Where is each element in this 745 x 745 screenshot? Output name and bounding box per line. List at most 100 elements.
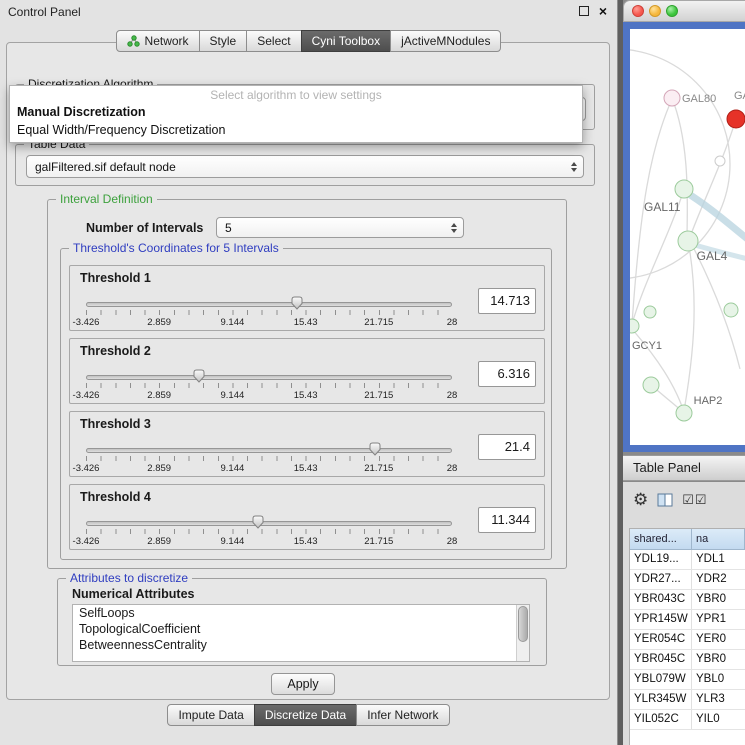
- cyni-toolbox-panel: Discretization Algorithm Select algorith…: [6, 42, 610, 700]
- cell: YPR1: [692, 610, 745, 629]
- node[interactable]: [643, 377, 659, 393]
- table-row[interactable]: YLR345WYLR3: [630, 690, 745, 710]
- scale-label: 15.43: [294, 536, 318, 547]
- cell: YBR043C: [630, 590, 692, 609]
- cell: YIL0: [692, 710, 745, 729]
- scale-label: 2.859: [147, 390, 171, 401]
- node[interactable]: [715, 156, 725, 166]
- table-row[interactable]: YDR27...YDR2: [630, 570, 745, 590]
- table-row[interactable]: YIL052CYIL0: [630, 710, 745, 730]
- node-gal11[interactable]: [675, 180, 693, 198]
- tab-jactivemnodules[interactable]: jActiveMNodules: [390, 30, 501, 52]
- network-canvas[interactable]: GAL80 GA GAL11 GAL4 GCY1 HAP2: [630, 29, 745, 445]
- node-gcy1[interactable]: [630, 319, 639, 333]
- right-column: GAL80 GA GAL11 GAL4 GCY1 HAP2 Table Pane…: [623, 0, 745, 745]
- traffic-light-close-icon[interactable]: [632, 5, 644, 17]
- table-panel-title: Table Panel: [633, 460, 701, 475]
- node-hap2[interactable]: [676, 405, 692, 421]
- table-row[interactable]: YBR045CYBR0: [630, 650, 745, 670]
- slider-thumb[interactable]: [368, 441, 382, 457]
- node-label-gal4: GAL4: [697, 249, 728, 263]
- threshold-2-value-field[interactable]: 6.316: [478, 361, 536, 387]
- window-title: Control Panel: [8, 5, 81, 19]
- node-gal4[interactable]: [678, 231, 698, 251]
- table-row[interactable]: YPR145WYPR1: [630, 610, 745, 630]
- cell: YPR145W: [630, 610, 692, 629]
- list-item[interactable]: BetweennessCentrality: [73, 637, 529, 653]
- slider-scale: -3.426 2.859 9.144 15.43 21.715 28: [86, 390, 452, 401]
- threshold-1-slider[interactable]: -3.426 2.859 9.144 15.43 21.715 28: [86, 296, 452, 330]
- slider-scale: -3.426 2.859 9.144 15.43 21.715 28: [86, 536, 452, 547]
- columns-icon[interactable]: [657, 493, 673, 507]
- select-columns-icon[interactable]: ☑☑: [682, 492, 707, 508]
- column-header-name[interactable]: na: [692, 529, 745, 549]
- close-window-icon[interactable]: ×: [599, 5, 607, 17]
- control-panel-window: Control Panel × Network Style Select Cyn…: [0, 0, 618, 745]
- interval-definition-group: Interval Definition Number of Intervals …: [47, 199, 567, 569]
- tab-discretize-label: Discretize Data: [265, 708, 346, 722]
- column-header-shared-name[interactable]: shared...: [630, 529, 692, 549]
- tab-network[interactable]: Network: [116, 30, 200, 52]
- slider-track[interactable]: [86, 521, 452, 526]
- threshold-2-label: Threshold 2: [80, 344, 151, 358]
- traffic-light-zoom-icon[interactable]: [666, 5, 678, 17]
- threshold-3-slider[interactable]: -3.426 2.859 9.144 15.43 21.715 28: [86, 442, 452, 476]
- threshold-3-value-field[interactable]: 21.4: [478, 434, 536, 460]
- scale-label: 9.144: [221, 463, 245, 474]
- slider-thumb[interactable]: [192, 368, 206, 384]
- slider-track[interactable]: [86, 448, 452, 453]
- combo-stepper-icon[interactable]: [451, 223, 457, 233]
- tab-impute-label: Impute Data: [178, 708, 243, 722]
- threshold-4-value-field[interactable]: 11.344: [478, 507, 536, 533]
- threshold-2-slider[interactable]: -3.426 2.859 9.144 15.43 21.715 28: [86, 369, 452, 403]
- tab-infer-network[interactable]: Infer Network: [356, 704, 449, 726]
- algorithm-option-equal-width[interactable]: Equal Width/Frequency Discretization: [10, 121, 582, 139]
- scale-label: 21.715: [364, 317, 393, 328]
- cell: YDR2: [692, 570, 745, 589]
- scrollbar-thumb[interactable]: [518, 606, 528, 642]
- node-label-gcy1: GCY1: [632, 340, 662, 352]
- node[interactable]: [644, 306, 656, 318]
- node-selected-red[interactable]: [727, 110, 745, 128]
- list-item[interactable]: SelfLoops: [73, 605, 529, 621]
- gear-icon[interactable]: ⚙: [633, 490, 648, 510]
- tab-discretize-data[interactable]: Discretize Data: [254, 704, 357, 726]
- apply-button[interactable]: Apply: [271, 673, 335, 695]
- cell: YBR045C: [630, 650, 692, 669]
- table-row[interactable]: YBR043CYBR0: [630, 590, 745, 610]
- attributes-group: Attributes to discretize Numerical Attri…: [57, 578, 547, 666]
- algorithm-hint: Select algorithm to view settings: [10, 86, 582, 103]
- table-row[interactable]: YER054CYER0: [630, 630, 745, 650]
- number-of-intervals-value: 5: [225, 221, 232, 235]
- node-gal80[interactable]: [664, 90, 680, 106]
- float-window-icon[interactable]: [579, 6, 589, 16]
- control-panel-tabs: Network Style Select Cyni Toolbox jActiv…: [0, 30, 617, 52]
- combo-stepper-icon[interactable]: [571, 162, 577, 172]
- slider-ticks: [86, 383, 452, 388]
- slider-thumb[interactable]: [251, 514, 265, 530]
- algorithm-option-manual[interactable]: Manual Discretization: [10, 103, 582, 121]
- tab-select[interactable]: Select: [246, 30, 301, 52]
- tab-cyni-toolbox[interactable]: Cyni Toolbox: [301, 30, 391, 52]
- cell: YER054C: [630, 630, 692, 649]
- traffic-light-minimize-icon[interactable]: [649, 5, 661, 17]
- threshold-4-slider[interactable]: -3.426 2.859 9.144 15.43 21.715 28: [86, 515, 452, 549]
- table-row[interactable]: YDL19...YDL1: [630, 550, 745, 570]
- node[interactable]: [724, 303, 738, 317]
- table-data-combobox[interactable]: galFiltered.sif default node: [26, 155, 584, 178]
- slider-track[interactable]: [86, 302, 452, 307]
- table-row[interactable]: YBL079WYBL0: [630, 670, 745, 690]
- list-item[interactable]: TopologicalCoefficient: [73, 621, 529, 637]
- numerical-attributes-label: Numerical Attributes: [72, 587, 194, 601]
- scale-label: 9.144: [221, 317, 245, 328]
- threshold-1-value-field[interactable]: 14.713: [478, 288, 536, 314]
- slider-track[interactable]: [86, 375, 452, 380]
- node-table: shared... na YDL19...YDL1 YDR27...YDR2 Y…: [629, 528, 745, 745]
- tab-style[interactable]: Style: [199, 30, 248, 52]
- slider-thumb[interactable]: [290, 295, 304, 311]
- list-scrollbar[interactable]: [516, 605, 529, 661]
- cell: YDL1: [692, 550, 745, 569]
- tab-impute-data[interactable]: Impute Data: [167, 704, 254, 726]
- number-of-intervals-combobox[interactable]: 5: [216, 217, 464, 238]
- tab-network-label: Network: [145, 34, 189, 48]
